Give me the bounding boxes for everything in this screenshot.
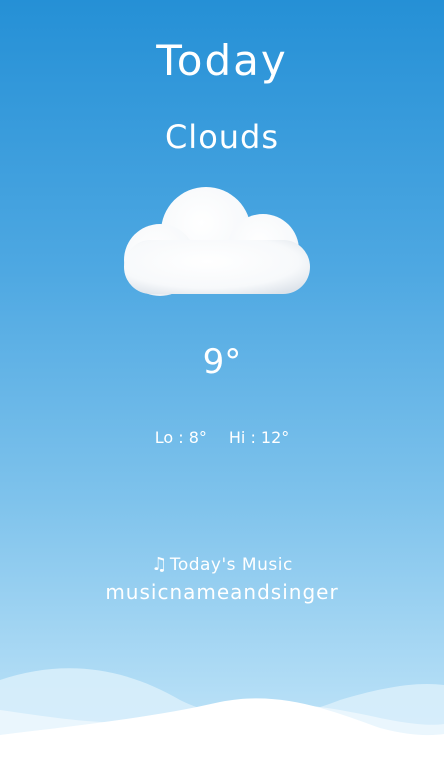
low-temperature: Lo : 8°	[154, 428, 207, 447]
music-note-icon: ♫	[151, 554, 168, 575]
weather-condition: Clouds	[164, 118, 280, 156]
page-title: Today	[156, 36, 288, 85]
current-temperature: 9°	[202, 342, 242, 382]
temperature-range: Lo : 8° Hi : 12°	[0, 428, 444, 447]
high-temperature: Hi : 12°	[228, 428, 290, 447]
music-track[interactable]: musicnameandsinger	[0, 580, 444, 604]
cloud-icon	[118, 180, 318, 305]
music-heading: ♫ Today's Music	[0, 554, 444, 575]
music-label: Today's Music	[169, 555, 293, 575]
wave-decoration	[0, 668, 444, 774]
weather-screen: Today Clouds 9° Lo : 8° Hi : 12° ♫ Today's…	[0, 0, 444, 774]
